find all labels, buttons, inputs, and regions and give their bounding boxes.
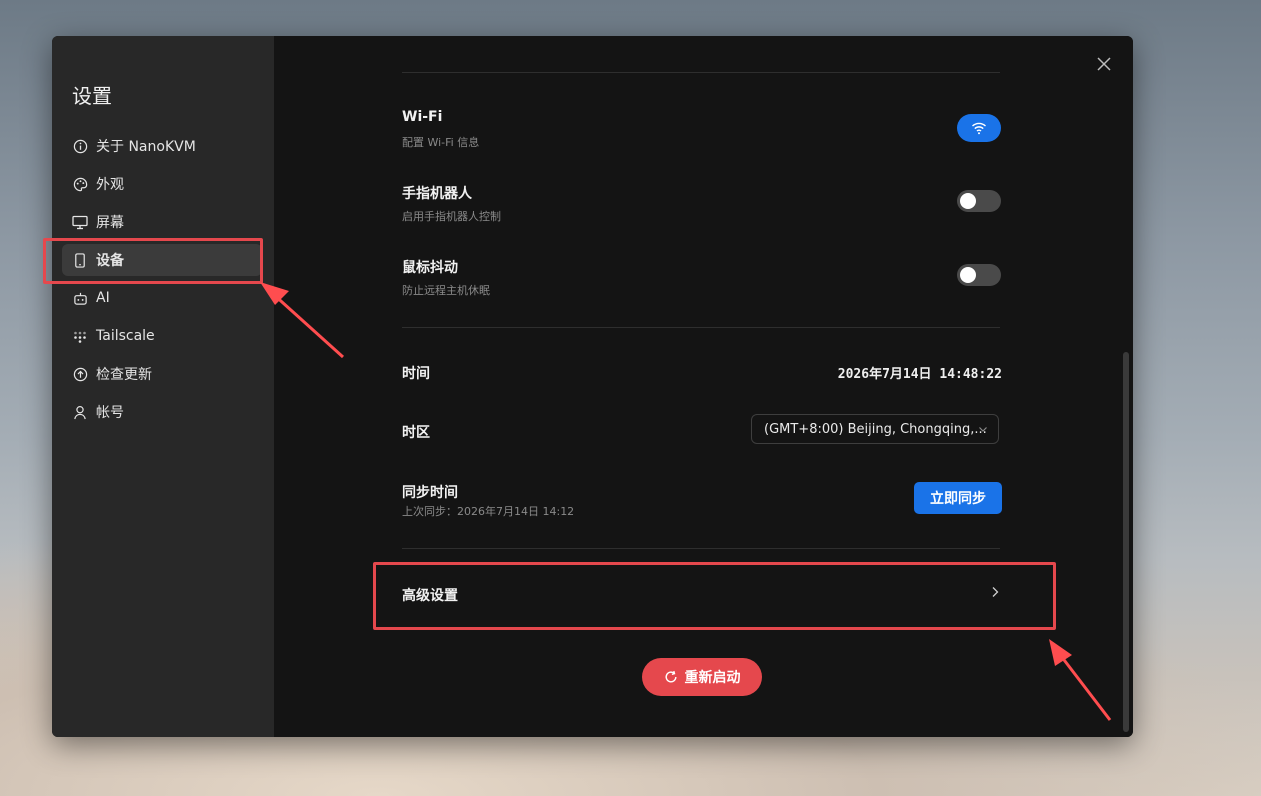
chevron-right-icon [992,587,999,597]
finger-robot-toggle[interactable] [957,190,1001,212]
sync-time-subtitle: 上次同步：2026年7月14日 14:12 [402,505,575,518]
sidebar-item-label: 帐号 [96,405,124,421]
device-icon [72,252,88,268]
toggle-knob [960,193,976,209]
sidebar-item-label: 外观 [96,177,124,193]
user-icon [72,404,88,420]
toggle-knob [960,267,976,283]
sync-now-button[interactable]: 立即同步 [914,482,1002,514]
timezone-select[interactable]: (GMT+8:00) Beijing, Chongqing,... [751,414,999,444]
sidebar-item-about[interactable]: 关于 NanoKVM [62,130,262,162]
wifi-title: Wi-Fi [402,109,443,125]
mouse-jiggler-title: 鼠标抖动 [402,260,458,276]
sidebar-item-label: 检查更新 [96,367,152,383]
restart-button[interactable]: 重新启动 [642,658,762,696]
settings-sidebar: 设置 关于 NanoKVM 外观 屏幕 设备 AI Tailscale 检查更新… [52,36,274,737]
divider [402,72,1000,73]
finger-robot-title: 手指机器人 [402,186,472,202]
mouse-jiggler-toggle[interactable] [957,264,1001,286]
sidebar-item-tailscale[interactable]: Tailscale [62,320,262,352]
restart-label: 重新启动 [684,670,741,686]
timezone-label: 时区 [402,425,430,441]
sidebar-item-screen[interactable]: 屏幕 [62,206,262,238]
sidebar-title: 设置 [72,84,112,108]
chevron-down-icon [979,427,987,432]
time-label: 时间 [402,366,430,382]
sidebar-item-appearance[interactable]: 外观 [62,168,262,200]
settings-dialog: 设置 关于 NanoKVM 外观 屏幕 设备 AI Tailscale 检查更新… [52,36,1133,737]
divider [402,548,1000,549]
sidebar-item-label: 屏幕 [96,215,124,231]
sidebar-item-label: 设备 [96,253,124,269]
sidebar-item-device[interactable]: 设备 [62,244,262,276]
sync-time-title: 同步时间 [402,485,458,501]
faint-overflow-text: ... [402,36,413,37]
wifi-config-button[interactable] [957,114,1001,142]
sidebar-item-ai[interactable]: AI [62,282,262,314]
monitor-icon [72,214,88,230]
palette-icon [72,176,88,192]
tailscale-icon [72,328,88,344]
info-icon [72,138,88,154]
wifi-icon [972,122,986,135]
close-button[interactable] [1096,56,1112,72]
finger-robot-subtitle: 启用手指机器人控制 [402,210,501,223]
sidebar-item-label: AI [96,290,110,306]
refresh-icon [665,670,677,683]
timezone-value: (GMT+8:00) Beijing, Chongqing,... [764,421,987,437]
sidebar-item-label: 关于 NanoKVM [96,139,196,155]
close-icon [1097,57,1111,71]
sidebar-item-check-update[interactable]: 检查更新 [62,358,262,390]
upload-icon [72,366,88,382]
robot-icon [72,290,88,306]
scrollbar[interactable] [1123,352,1129,732]
sidebar-item-label: Tailscale [96,328,155,344]
advanced-settings-row[interactable] [382,566,1042,620]
mouse-jiggler-subtitle: 防止远程主机休眠 [402,284,490,297]
divider [402,327,1000,328]
wifi-subtitle: 配置 Wi-Fi 信息 [402,136,480,149]
time-value: 2026年7月14日 14:48:22 [837,367,1002,382]
advanced-settings-label: 高级设置 [402,588,458,604]
sidebar-item-account[interactable]: 帐号 [62,396,262,428]
